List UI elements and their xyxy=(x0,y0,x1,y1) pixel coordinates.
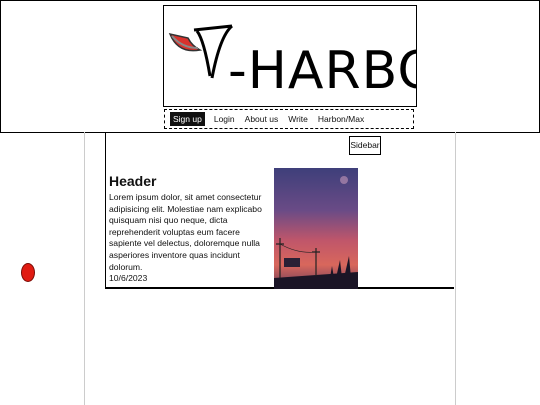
red-dot-icon[interactable] xyxy=(21,263,35,282)
nav-login[interactable]: Login xyxy=(214,114,235,124)
post-card: Header Lorem ipsum dolor, sit amet conse… xyxy=(105,132,454,289)
sidebar-button[interactable]: Sidebar xyxy=(349,136,381,155)
nav-write[interactable]: Write xyxy=(288,114,308,124)
post-image[interactable] xyxy=(274,168,358,289)
post-body: Lorem ipsum dolor, sit amet consectetur … xyxy=(109,192,262,272)
main-nav: Sign up Login About us Write Harbon/Max xyxy=(164,109,414,129)
logo[interactable]: -HARBON xyxy=(163,5,417,107)
harbon-logo-icon: -HARBON xyxy=(168,24,416,101)
post-title: Header xyxy=(109,173,157,189)
nav-harbon-max[interactable]: Harbon/Max xyxy=(318,114,364,124)
post-date: 10/6/2023 xyxy=(109,273,148,283)
nav-sign-up[interactable]: Sign up xyxy=(170,112,205,126)
nav-about-us[interactable]: About us xyxy=(245,114,279,124)
logo-text: -HARBON xyxy=(228,41,416,101)
site-header: -HARBON Sign up Login About us Write Har… xyxy=(0,0,540,133)
